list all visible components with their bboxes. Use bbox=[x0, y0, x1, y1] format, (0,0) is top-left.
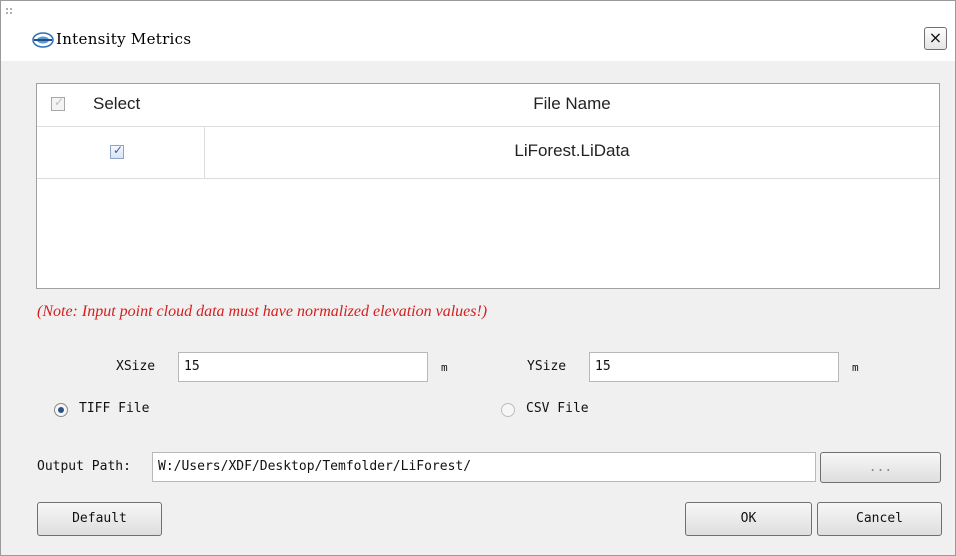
close-button[interactable]: × bbox=[924, 27, 947, 50]
dialog-title: Intensity Metrics bbox=[56, 30, 192, 48]
title-bar[interactable]: Intensity Metrics × bbox=[1, 1, 955, 61]
csv-file-radio[interactable] bbox=[501, 403, 515, 417]
cancel-button[interactable]: Cancel bbox=[817, 502, 942, 536]
output-path-input[interactable]: W:/Users/XDF/Desktop/Temfolder/LiForest/ bbox=[152, 452, 816, 482]
ysize-label: YSize bbox=[527, 359, 567, 374]
table-row[interactable]: ✓ LiForest.LiData bbox=[37, 126, 939, 179]
xsize-unit: m bbox=[441, 361, 448, 374]
file-table: ✓ Select File Name ✓ LiForest.LiData bbox=[36, 83, 940, 289]
ysize-input[interactable]: 15 bbox=[589, 352, 839, 382]
tiff-file-radio[interactable] bbox=[54, 403, 68, 417]
xsize-input[interactable]: 15 bbox=[178, 352, 428, 382]
ok-button[interactable]: OK bbox=[685, 502, 812, 536]
column-header-select[interactable]: Select bbox=[93, 94, 140, 114]
default-button[interactable]: Default bbox=[37, 502, 162, 536]
tiff-file-label[interactable]: TIFF File bbox=[79, 401, 149, 416]
table-header: ✓ Select File Name bbox=[37, 84, 939, 127]
app-logo-icon bbox=[32, 32, 54, 48]
column-header-file-name[interactable]: File Name bbox=[205, 94, 939, 114]
output-path-label: Output Path: bbox=[37, 459, 131, 474]
xsize-label: XSize bbox=[116, 359, 156, 374]
drag-grip-icon[interactable] bbox=[6, 8, 14, 22]
check-icon: ✓ bbox=[113, 143, 124, 157]
browse-button[interactable]: ... bbox=[820, 452, 941, 483]
ysize-unit: m bbox=[852, 361, 859, 374]
row-select-checkbox[interactable]: ✓ bbox=[110, 143, 124, 159]
close-icon: × bbox=[928, 28, 943, 47]
normalization-note: (Note: Input point cloud data must have … bbox=[37, 303, 488, 320]
file-name-cell: LiForest.LiData bbox=[514, 141, 630, 160]
csv-file-label[interactable]: CSV File bbox=[526, 401, 589, 416]
select-all-checkbox[interactable]: ✓ bbox=[51, 95, 65, 111]
intensity-metrics-dialog: Intensity Metrics × ✓ Select File Name ✓… bbox=[0, 0, 956, 556]
check-icon: ✓ bbox=[54, 95, 65, 109]
